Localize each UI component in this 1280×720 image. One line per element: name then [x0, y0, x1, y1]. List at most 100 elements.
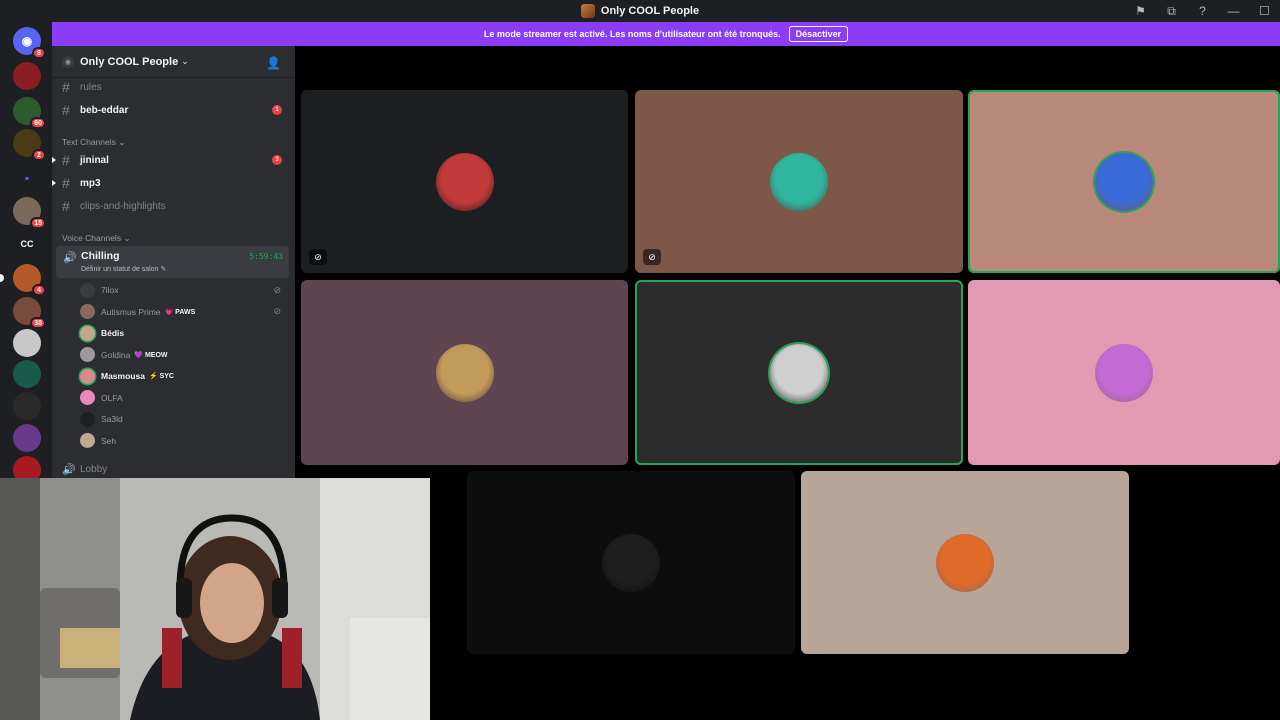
video-tile-3[interactable] — [968, 90, 1280, 273]
channel-name: rules — [80, 81, 102, 93]
guild-glyph: ▪ — [24, 171, 30, 185]
guild-server-3[interactable]: 2 — [13, 129, 46, 161]
voice-user[interactable]: Masmousa ⚡ SYC — [80, 366, 285, 386]
voice-user-name: Masmousa — [101, 371, 145, 381]
voice-user-name: OLFA — [101, 392, 123, 403]
guild-server-5[interactable]: 15 — [13, 197, 46, 229]
hash-icon: # — [62, 152, 70, 168]
participant-avatar — [435, 343, 494, 402]
guild-folder[interactable]: ▪ — [13, 164, 41, 192]
voice-user[interactable]: Goldina 💜 MEOW — [80, 345, 285, 365]
video-tile-2[interactable]: ⊘ — [635, 90, 963, 273]
streamer-mode-banner: Le mode streamer est activé. Les noms d'… — [52, 22, 1280, 46]
voice-channel-chilling[interactable]: 🔊 Chilling 5:59:43 Définir un statut de … — [56, 246, 289, 278]
guild-server-8[interactable]: 38 — [13, 297, 46, 329]
guild-server-10[interactable] — [13, 360, 41, 388]
channel-clips-and-highlights[interactable]: # clips-and-highlights — [56, 196, 289, 216]
selected-indicator — [0, 274, 4, 282]
channel-beb-eddar[interactable]: # beb-eddar 1 — [56, 100, 289, 120]
guild-server-12[interactable] — [13, 424, 41, 452]
voice-user[interactable]: 7llox ⊘ — [80, 280, 285, 300]
user-tag: 💜 MEOW — [134, 351, 168, 359]
hash-icon: # — [62, 198, 70, 214]
voice-user-name: Goldina — [101, 349, 131, 360]
participant-avatar — [770, 343, 828, 402]
avatar — [80, 304, 95, 319]
channel-mp3[interactable]: # mp3 — [52, 173, 289, 193]
voice-channel-name: Chilling — [81, 250, 120, 262]
notification-badge: 60 — [30, 117, 46, 129]
channel-name: clips-and-highlights — [80, 200, 166, 212]
guild-server-9[interactable] — [13, 329, 41, 357]
minimize-button[interactable]: — — [1218, 0, 1249, 22]
participant-avatar — [602, 533, 660, 592]
muted-mic-icon: ⊘ — [309, 249, 327, 265]
category-voice-channels[interactable]: Voice Channels ⌄ — [62, 233, 131, 244]
user-tag: ⚡ SYC — [148, 373, 174, 380]
voice-user[interactable]: Sa3ld — [80, 409, 285, 429]
guild-server-only-cool[interactable]: 4 — [0, 264, 46, 296]
maximize-button[interactable]: ☐ — [1249, 0, 1280, 22]
voice-user-name: Autismus Prime — [101, 306, 161, 317]
muted-mic-icon: ⊘ — [273, 306, 281, 316]
guild-discord-home[interactable]: ◉ 8 — [13, 27, 46, 59]
window-titlebar: Only COOL People ⚑ ⧉ ? — ☐ — [0, 0, 1280, 22]
voice-timer: 5:59:43 — [249, 252, 283, 261]
avatar — [80, 347, 95, 362]
voice-channel-lobby[interactable]: 🔊 Lobby — [56, 459, 289, 478]
invite-icon[interactable]: 👤 — [266, 56, 281, 70]
muted-mic-icon: ⊘ — [643, 249, 661, 265]
disable-streamer-button[interactable]: Désactiver — [788, 26, 849, 42]
voice-user[interactable]: Seh — [80, 431, 285, 451]
inbox-icon[interactable]: ⚑ — [1125, 0, 1156, 22]
channel-jininal[interactable]: # jininal 3 — [52, 150, 289, 170]
video-tile-7[interactable] — [467, 471, 795, 654]
avatar — [80, 390, 95, 405]
voice-channel-name: Lobby — [80, 463, 108, 475]
guild-server-1[interactable] — [13, 62, 41, 90]
category-label: Text Channels — [62, 137, 116, 147]
video-tile-8[interactable] — [801, 471, 1129, 654]
voice-user-name: 7llox — [101, 285, 119, 295]
category-text-channels[interactable]: Text Channels ⌄ — [62, 137, 125, 148]
video-tile-1[interactable]: ⊘ — [301, 90, 628, 273]
voice-user[interactable]: Bédis — [80, 323, 285, 343]
streamer-webcam — [0, 478, 430, 720]
guild-server-2[interactable]: 60 — [13, 97, 46, 129]
avatar — [80, 325, 95, 341]
mention-badge: 1 — [272, 105, 282, 115]
participant-avatar — [936, 533, 994, 592]
voice-user[interactable]: OLFA — [80, 388, 285, 408]
notification-badge: 2 — [32, 149, 46, 161]
voice-user[interactable]: Autismus Prime 💗 PAWS ⊘ — [80, 302, 285, 322]
avatar — [80, 433, 95, 448]
caret-icon — [52, 157, 56, 163]
speaker-icon: 🔊 — [63, 252, 77, 264]
channel-rules[interactable]: # rules — [56, 77, 289, 97]
help-icon[interactable]: ? — [1187, 0, 1218, 22]
channel-name: mp3 — [80, 177, 101, 189]
chevron-down-icon: ⌄ — [181, 56, 189, 66]
participant-avatar — [770, 152, 828, 211]
guild-server-cc[interactable]: CC — [13, 230, 41, 258]
video-tile-5[interactable] — [635, 280, 963, 465]
set-channel-status[interactable]: Définir un statut de salon ✎ — [81, 265, 166, 273]
server-icon — [580, 4, 595, 18]
notification-badge: 15 — [30, 217, 46, 229]
user-tag: 💗 PAWS — [164, 308, 196, 316]
participant-avatar — [1095, 152, 1153, 211]
hash-icon: # — [62, 175, 70, 191]
notification-badge: 4 — [32, 284, 46, 296]
guild-server-11[interactable] — [13, 392, 41, 420]
voice-user-name: Seh — [101, 435, 117, 446]
screen-share-icon[interactable]: ⧉ — [1156, 0, 1187, 22]
server-header[interactable]: ◉ Only COOL People ⌄ 👤 — [52, 46, 295, 78]
video-tile-4[interactable] — [301, 280, 628, 465]
video-tile-6[interactable] — [968, 280, 1280, 465]
titlebar-controls: ⚑ ⧉ ? — ☐ — [1125, 0, 1280, 22]
server-list: ◉ 8 60 2 ▪ 15 CC 4 38 — [0, 22, 52, 484]
category-label: Voice Channels — [62, 233, 122, 243]
channel-name: jininal — [80, 154, 109, 166]
banner-message: Le mode streamer est activé. Les noms d'… — [483, 29, 781, 39]
server-name: Only COOL People — [80, 55, 179, 68]
